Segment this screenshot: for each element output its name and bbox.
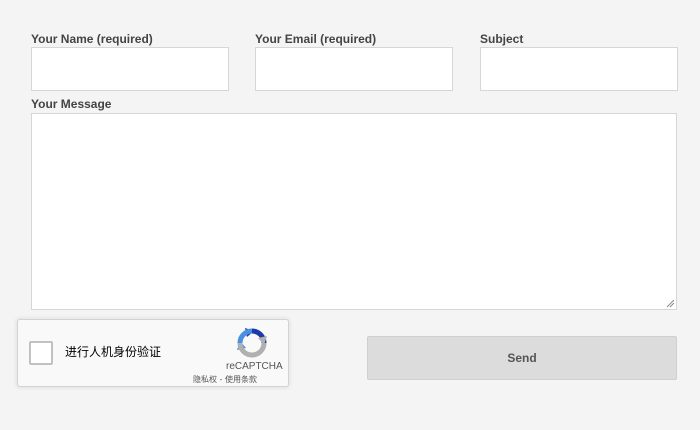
recaptcha-checkbox-label: 进行人机身份验证 (65, 345, 162, 359)
recaptcha-brand: reCAPTCHA (226, 361, 283, 372)
send-button[interactable]: Send (367, 336, 677, 380)
recaptcha-terms: 隐私权 - 使用条款 (193, 375, 257, 385)
recaptcha-terms-link[interactable]: 使用条款 (225, 375, 257, 384)
name-input[interactable] (31, 47, 229, 91)
name-label: Your Name (required) (31, 32, 153, 46)
recaptcha-checkbox[interactable] (29, 341, 53, 365)
email-label: Your Email (required) (255, 32, 377, 46)
subject-label: Subject (480, 32, 524, 46)
subject-input[interactable] (480, 47, 678, 91)
recaptcha-logo-icon (237, 328, 267, 358)
recaptcha-terms-separator: - (217, 375, 225, 384)
message-textarea[interactable] (31, 113, 677, 310)
recaptcha-widget: 进行人机身份验证 reCAPTCHA 隐私权 - 使用条款 (17, 319, 289, 387)
resize-grip-icon[interactable] (665, 298, 675, 308)
email-input[interactable] (255, 47, 453, 91)
recaptcha-privacy-link[interactable]: 隐私权 (193, 375, 217, 384)
message-label: Your Message (31, 97, 112, 111)
